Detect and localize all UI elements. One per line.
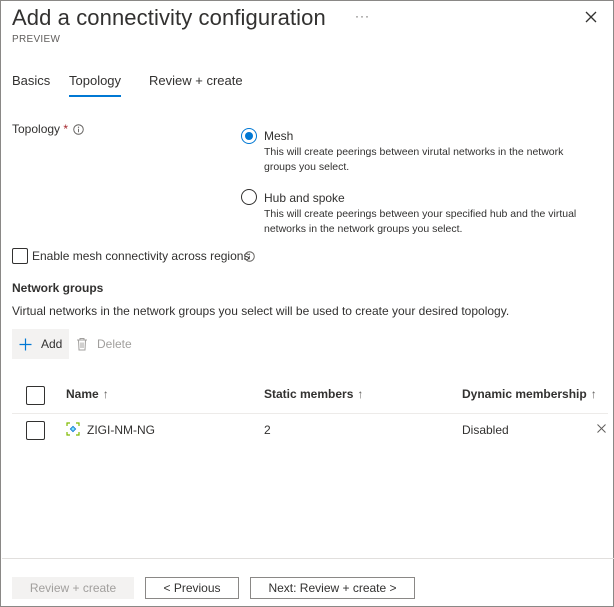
table-header-divider xyxy=(12,413,608,414)
footer-divider xyxy=(2,558,614,559)
mesh-regions-checkbox[interactable] xyxy=(12,248,28,264)
topology-label: Topology * xyxy=(12,122,68,136)
network-groups-description: Virtual networks in the network groups y… xyxy=(12,304,510,318)
add-button[interactable]: Add xyxy=(12,329,69,359)
info-icon[interactable] xyxy=(244,251,255,262)
mesh-regions-label[interactable]: Enable mesh connectivity across regions xyxy=(32,249,249,263)
row-name: ZIGI-NM-NG xyxy=(87,423,155,437)
column-header-static-members-label: Static members xyxy=(264,387,354,401)
close-icon[interactable] xyxy=(584,10,598,24)
column-header-name-label: Name xyxy=(66,387,99,401)
sort-icon: ↑ xyxy=(357,387,364,401)
row-checkbox[interactable] xyxy=(26,421,45,440)
hub-and-spoke-radio[interactable] xyxy=(241,189,257,205)
delete-button[interactable]: Delete xyxy=(76,335,132,353)
info-icon[interactable] xyxy=(73,124,84,135)
row-static-members: 2 xyxy=(264,423,271,437)
mesh-radio-label[interactable]: Mesh xyxy=(264,129,293,143)
page-title: Add a connectivity configuration xyxy=(12,5,326,30)
tab-basics[interactable]: Basics xyxy=(12,73,50,88)
hub-and-spoke-description: This will create peerings between your s… xyxy=(264,208,577,235)
plus-icon xyxy=(19,338,32,350)
select-all-checkbox[interactable] xyxy=(26,386,45,405)
next-button[interactable]: Next: Review + create > xyxy=(250,577,415,599)
column-header-dynamic-membership[interactable]: Dynamic membership ↑ xyxy=(462,387,597,401)
hub-and-spoke-radio-label[interactable]: Hub and spoke xyxy=(264,191,345,205)
blade-panel: Add a connectivity configuration ··· PRE… xyxy=(0,0,614,607)
column-header-static-members[interactable]: Static members ↑ xyxy=(264,387,363,401)
tab-topology[interactable]: Topology xyxy=(69,73,122,97)
column-header-dynamic-membership-label: Dynamic membership xyxy=(462,387,587,401)
preview-badge: PREVIEW xyxy=(12,34,61,45)
required-mark: * xyxy=(63,122,69,136)
tab-review-create[interactable]: Review + create xyxy=(149,73,243,88)
remove-row-icon[interactable] xyxy=(597,424,606,433)
more-options-icon[interactable]: ··· xyxy=(355,9,370,23)
mesh-radio[interactable] xyxy=(241,128,257,144)
topology-label-text: Topology xyxy=(12,122,61,136)
delete-button-label: Delete xyxy=(97,337,132,351)
trash-icon xyxy=(77,338,87,351)
network-groups-title: Network groups xyxy=(12,281,104,295)
column-header-name[interactable]: Name ↑ xyxy=(66,387,109,401)
sort-icon: ↑ xyxy=(102,387,109,401)
mesh-description: This will create peerings between viruta… xyxy=(264,146,564,173)
previous-button[interactable]: < Previous xyxy=(145,577,239,599)
add-button-label: Add xyxy=(41,337,63,351)
review-create-button[interactable]: Review + create xyxy=(12,577,134,599)
network-group-icon xyxy=(66,422,80,436)
row-dynamic-membership: Disabled xyxy=(462,423,509,437)
sort-icon: ↑ xyxy=(590,387,597,401)
